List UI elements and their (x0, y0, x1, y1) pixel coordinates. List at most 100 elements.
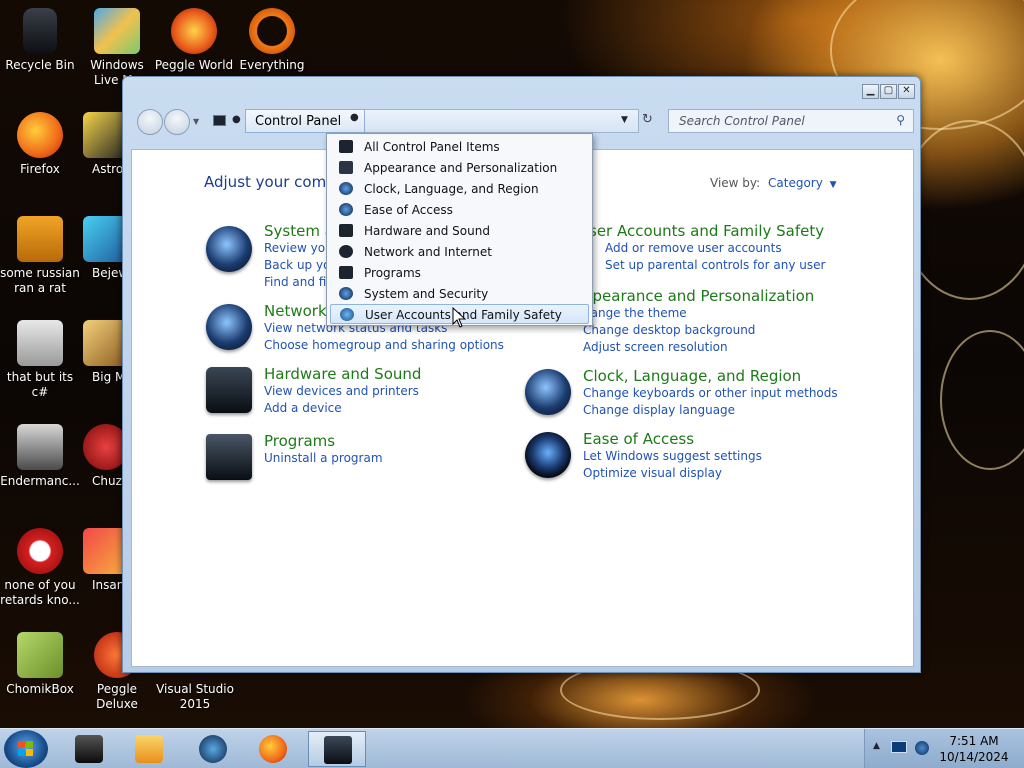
category-link[interactable]: Adjust screen resolution (583, 339, 843, 356)
appearance-icon (339, 161, 353, 174)
address-separator-icon[interactable]: ● (232, 114, 241, 125)
clock-language-icon (525, 369, 571, 415)
desktop-icon-label: Peggle Deluxe (96, 682, 138, 711)
menu-item-all-control-panel-items[interactable]: All Control Panel Items (330, 137, 589, 157)
menu-item-hardware-sound[interactable]: Hardware and Sound (330, 221, 589, 241)
desktop-icon-peggle-world[interactable]: Peggle World (154, 8, 234, 73)
category-title[interactable]: Programs (264, 432, 524, 450)
category-link[interactable]: Change desktop background (583, 322, 843, 339)
network-tray-icon[interactable] (891, 741, 907, 753)
search-icon[interactable]: ⚲ (896, 113, 905, 127)
category-link[interactable]: Optimize visual display (583, 465, 843, 482)
taskbar-clock[interactable]: 7:51 AM 10/14/2024 (936, 733, 1012, 765)
refresh-icon[interactable]: ↻ (642, 112, 653, 127)
firefox-icon (17, 112, 63, 158)
category-link[interactable]: Choose homegroup and sharing options (264, 337, 524, 354)
menu-item-label: Appearance and Personalization (364, 161, 558, 175)
everything-icon (249, 8, 295, 54)
maximize-button[interactable]: ▢ (880, 84, 897, 99)
control-panel-dropdown-menu: All Control Panel Items Appearance and P… (326, 133, 593, 326)
recent-pages-chevron-icon[interactable]: ▼ (193, 117, 199, 126)
clock-time: 7:51 AM (949, 734, 999, 748)
desktop-icon-firefox[interactable]: Firefox (0, 112, 80, 177)
ease-of-access-icon (525, 432, 571, 478)
taskbar-app-1[interactable] (60, 731, 118, 767)
address-dropdown-icon[interactable]: ▼ (621, 115, 628, 125)
windows-live-mail-icon (94, 8, 140, 54)
desktop-icon-endermanc[interactable]: Endermanc... (0, 424, 80, 489)
control-panel-icon (324, 736, 352, 764)
category-link[interactable]: Change keyboards or other input methods (583, 385, 843, 402)
network-icon (206, 304, 252, 350)
desktop-icon-label: Firefox (20, 162, 60, 176)
category-title[interactable]: Clock, Language, and Region (583, 367, 843, 385)
tray-expand-icon[interactable]: ▲ (873, 741, 880, 751)
desktop-icon-chomikbox[interactable]: ChomikBox (0, 632, 80, 697)
category-link[interactable]: Let Windows suggest settings (583, 448, 843, 465)
back-button[interactable] (137, 109, 163, 135)
taskbar-app-3[interactable] (184, 731, 242, 767)
category-link[interactable]: Set up parental controls for any user (589, 257, 849, 274)
taskbar-media-player[interactable] (120, 731, 178, 767)
desktop-icon-everything[interactable]: Everything (232, 8, 312, 73)
category-link[interactable]: Uninstall a program (264, 450, 524, 467)
menu-item-network[interactable]: Network and Internet (330, 242, 589, 262)
taskbar-firefox[interactable] (244, 731, 302, 767)
control-panel-icon (339, 140, 353, 153)
desktop-icon-recycle-bin[interactable]: Recycle Bin (0, 8, 80, 73)
globe-icon (199, 735, 227, 763)
search-input[interactable]: Search Control Panel ⚲ (668, 109, 914, 133)
address-breadcrumb-control-panel[interactable]: Control Panel ● (245, 109, 365, 133)
breadcrumb-label: Control Panel (255, 114, 342, 129)
category-link[interactable]: Change display language (583, 402, 843, 419)
hardware-sound-icon (206, 367, 252, 413)
menu-item-system-security[interactable]: System and Security (330, 284, 589, 304)
windows-logo-icon (18, 741, 33, 756)
desktop-icon-none-of-you[interactable]: none of you retards kno... (0, 528, 80, 608)
start-button[interactable] (4, 730, 48, 768)
media-player-icon (135, 735, 163, 763)
menu-item-clock-language[interactable]: Clock, Language, and Region (330, 179, 589, 199)
menu-item-ease-of-access[interactable]: Ease of Access (330, 200, 589, 220)
programs-icon (339, 266, 353, 279)
shortcut-icon (17, 424, 63, 470)
category-link[interactable]: Add a device (264, 400, 524, 417)
breadcrumb-chevron-icon[interactable]: ● (350, 112, 359, 123)
shortcut-icon (17, 216, 63, 262)
desktop-icon-label: some russian ran a rat (0, 266, 80, 295)
desktop-icon-that-but-its-c[interactable]: that but its c# (0, 320, 80, 400)
desktop-icon-label: Recycle Bin (5, 58, 75, 72)
forward-button[interactable] (164, 109, 190, 135)
taskbar-control-panel[interactable] (308, 731, 366, 767)
desktop-icon-some-russian[interactable]: some russian ran a rat (0, 216, 80, 296)
volume-tray-icon[interactable] (915, 741, 929, 755)
category-title[interactable]: ppearance and Personalization (583, 287, 843, 305)
desktop-icon-label: Everything (239, 58, 305, 72)
desktop-icon-label: Endermanc... (0, 474, 80, 488)
system-security-icon (339, 287, 353, 300)
search-placeholder: Search Control Panel (679, 114, 805, 128)
category-link[interactable]: hange the theme (583, 305, 843, 322)
desktop-icon-label: Peggle World (154, 58, 234, 72)
menu-item-appearance[interactable]: Appearance and Personalization (330, 158, 589, 178)
ease-of-access-icon (339, 203, 353, 216)
network-icon (339, 245, 353, 258)
desktop-icon-label: Visual Studio 2015 (156, 682, 234, 711)
desktop-icon-label: none of you retards kno... (0, 578, 80, 607)
category-link[interactable]: Add or remove user accounts (589, 240, 849, 257)
close-button[interactable]: ✕ (898, 84, 915, 99)
mouse-cursor-icon (452, 307, 467, 328)
taskbar: ▲ 7:51 AM 10/14/2024 (0, 728, 1024, 768)
menu-item-programs[interactable]: Programs (330, 263, 589, 283)
category-title[interactable]: Ease of Access (583, 430, 843, 448)
minimize-button[interactable]: ▁ (862, 84, 879, 99)
firefox-icon (259, 735, 287, 763)
view-by-dropdown[interactable]: Category ▼ (768, 176, 837, 190)
category-title[interactable]: ser Accounts and Family Safety (589, 222, 849, 240)
menu-item-label: All Control Panel Items (364, 140, 500, 154)
peggle-world-icon (171, 8, 217, 54)
address-bar[interactable] (365, 109, 639, 133)
category-title[interactable]: Hardware and Sound (264, 365, 524, 383)
view-by-label: View by: (710, 176, 761, 190)
category-link[interactable]: View devices and printers (264, 383, 524, 400)
